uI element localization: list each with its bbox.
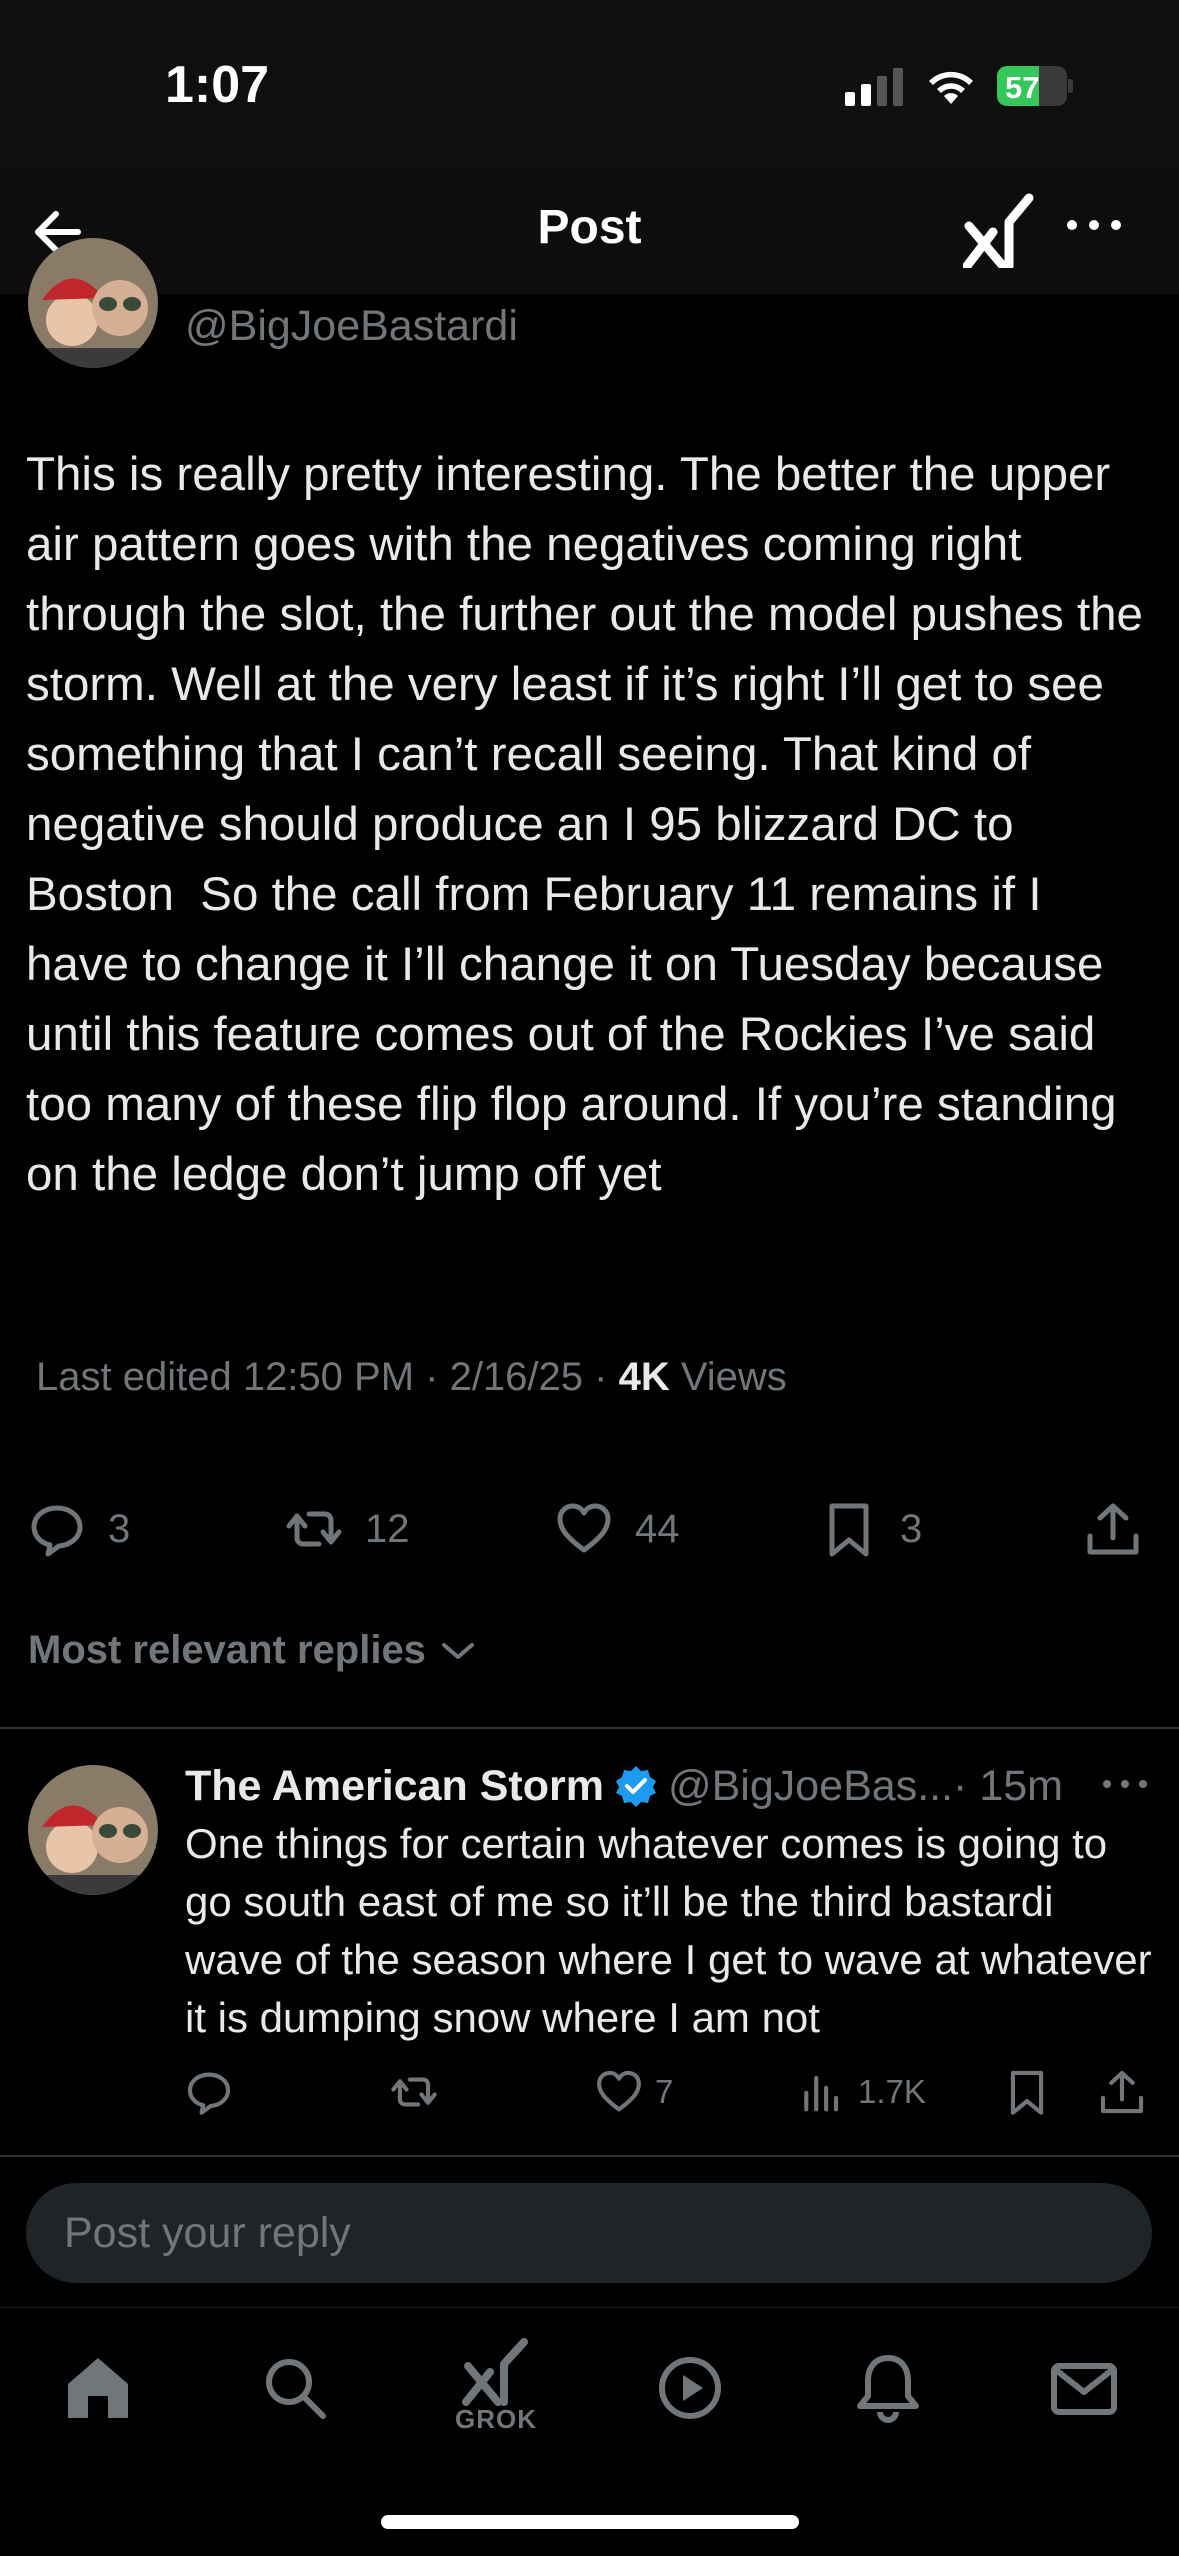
grok-icon[interactable] (963, 192, 1035, 268)
reply-view-count: 1.7K (858, 2073, 926, 2110)
reply-like-button[interactable]: 7 (595, 2068, 673, 2116)
status-time: 1:07 (165, 56, 270, 114)
share-button[interactable] (1084, 1500, 1142, 1558)
post-action-bar: 3 12 44 3 (0, 1500, 1179, 1570)
status-bar: 1:07 57 (0, 0, 1179, 170)
reply-input[interactable] (26, 2183, 1152, 2283)
analytics-icon (804, 2075, 839, 2112)
reply-text: One things for certain whatever comes is… (185, 1820, 1152, 2041)
reply-icon (31, 1505, 83, 1557)
home-icon (68, 2358, 128, 2418)
bookmark-button[interactable]: 3 (820, 1500, 922, 1558)
reply-reply-button[interactable] (185, 2068, 233, 2116)
nav-home[interactable] (58, 2348, 138, 2428)
reply-count: 3 (108, 1506, 131, 1551)
view-count[interactable]: 4K (619, 1355, 670, 1399)
home-indicator (381, 2515, 799, 2529)
bookmark-count: 3 (900, 1506, 923, 1551)
views-label: Views (669, 1355, 787, 1399)
nav-videos[interactable] (650, 2348, 730, 2428)
repost-count: 12 (365, 1506, 410, 1551)
post-timestamp: Last edited 12:50 PM · 2/16/25 · (36, 1355, 619, 1399)
reply-share-button[interactable] (1098, 2068, 1146, 2116)
replies-sort-dropdown[interactable]: Most relevant replies (28, 1628, 476, 1673)
reply-author-handle[interactable]: @BigJoeBas... (668, 1762, 953, 1811)
reply-action-bar: 7 1.7K (0, 2068, 1179, 2124)
reply-views-button[interactable]: 1.7K (798, 2068, 926, 2116)
heart-icon (597, 2070, 641, 2112)
cellular-signal-icon (845, 68, 903, 106)
mail-icon (1051, 2363, 1117, 2415)
nav-search[interactable] (255, 2348, 335, 2428)
post-text: This is really pretty interesting. The b… (26, 448, 1157, 1201)
reply-author-name[interactable]: The American Storm (185, 1762, 604, 1811)
reply-icon (187, 2072, 231, 2115)
replies-sort-label: Most relevant replies (28, 1628, 426, 1672)
play-circle-icon (659, 2357, 721, 2419)
reply-repost-button[interactable] (390, 2068, 438, 2116)
share-icon (1100, 2070, 1144, 2114)
like-button[interactable]: 44 (555, 1500, 680, 1558)
more-options-icon[interactable] (1064, 210, 1124, 240)
chevron-down-icon (441, 1642, 474, 1659)
repost-icon (391, 2077, 437, 2107)
nav-notifications[interactable] (848, 2348, 928, 2428)
reply-author-avatar[interactable] (28, 1765, 158, 1895)
share-icon (1087, 1503, 1139, 1555)
reply-button[interactable]: 3 (28, 1500, 130, 1558)
reply-like-count: 7 (655, 2073, 674, 2110)
search-icon (266, 2359, 326, 2419)
repost-icon (286, 1511, 342, 1547)
reply-timestamp: · 15m (953, 1761, 1063, 1810)
battery-level: 57 (1005, 70, 1040, 105)
author-handle[interactable]: @BigJoeBastardi (185, 302, 518, 351)
repost-button[interactable]: 12 (285, 1500, 410, 1558)
like-count: 44 (635, 1506, 680, 1551)
reply-header: The American Storm @BigJoeBas... · 15m (185, 1758, 1145, 1814)
reply-bookmark-button[interactable] (1003, 2068, 1051, 2116)
nav-messages[interactable] (1044, 2348, 1124, 2428)
bookmark-icon (829, 1503, 869, 1557)
verified-badge-icon (615, 1766, 656, 1807)
post-meta: Last edited 12:50 PM · 2/16/25 · 4K View… (36, 1355, 787, 1400)
nav-grok-label: GROK (455, 2404, 537, 2434)
top-navigation-bar: Post (0, 170, 1179, 294)
wifi-icon (929, 71, 973, 104)
reply-more-icon[interactable] (1101, 1772, 1149, 1796)
bookmark-icon (1010, 2070, 1044, 2115)
battery-icon: 57 (997, 66, 1073, 106)
author-avatar[interactable] (28, 238, 158, 368)
heart-icon (557, 1503, 611, 1553)
bell-icon (857, 2355, 919, 2423)
divider (0, 1727, 1179, 1729)
